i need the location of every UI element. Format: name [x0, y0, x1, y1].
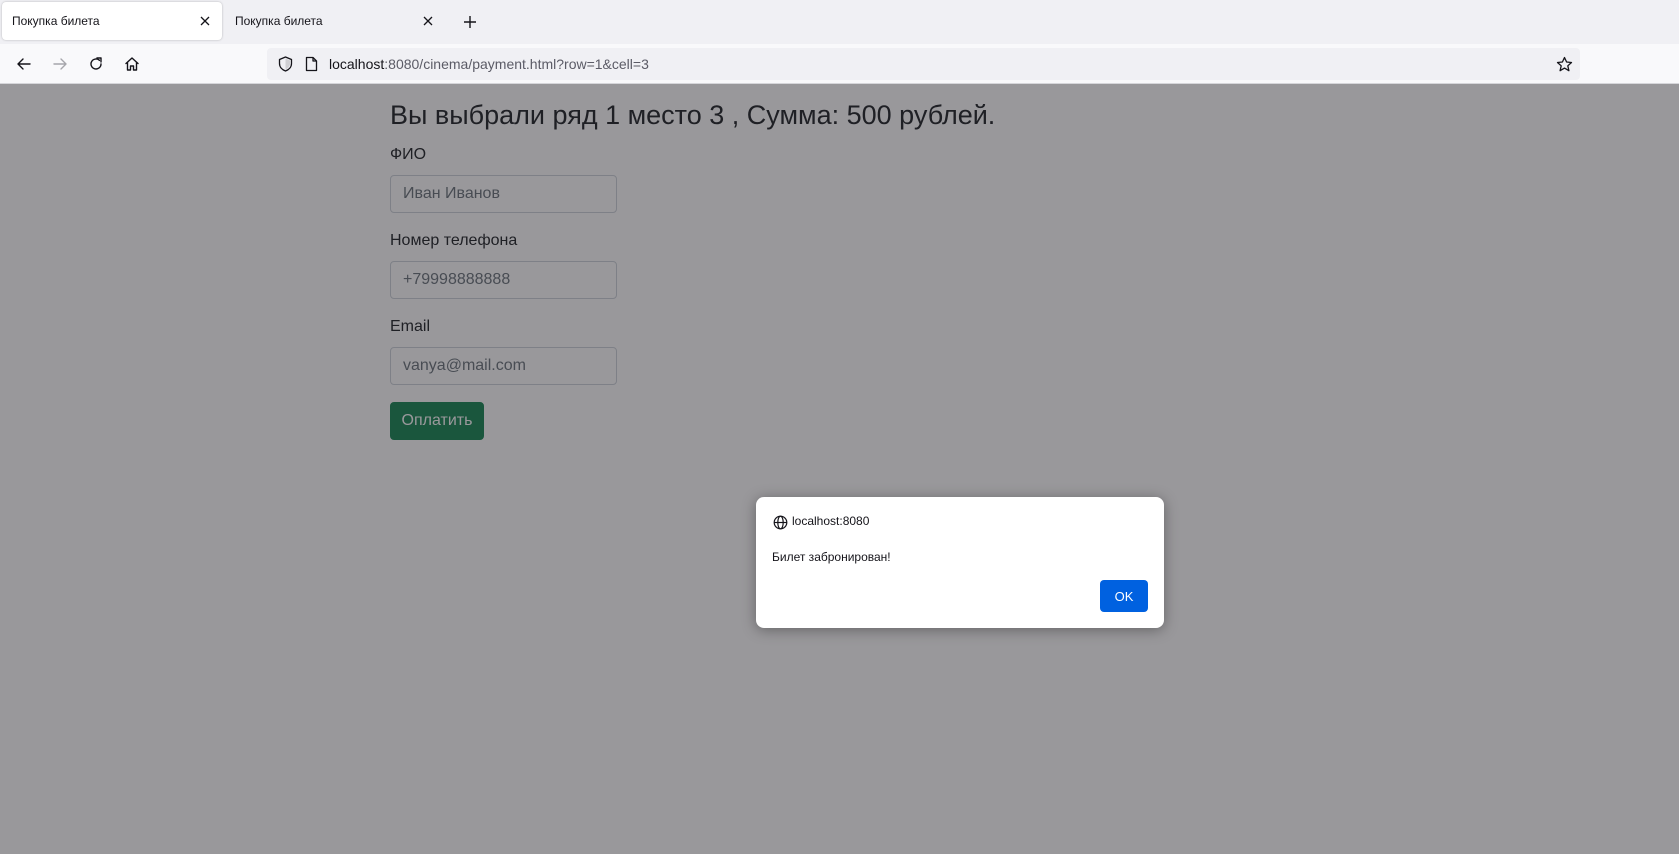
browser-window: Покупка билета Покупка билета localhost:…: [0, 0, 1679, 854]
globe-icon: [772, 514, 788, 530]
url-bar[interactable]: localhost:8080/cinema/payment.html?row=1…: [267, 48, 1580, 80]
reload-icon[interactable]: [85, 53, 107, 75]
url-text[interactable]: localhost:8080/cinema/payment.html?row=1…: [329, 56, 649, 72]
arrow-left-icon[interactable]: [13, 53, 35, 75]
tab-inactive[interactable]: Покупка билета: [225, 2, 445, 40]
url-path: :8080/cinema/payment.html?row=1&cell=3: [384, 56, 649, 72]
shield-icon[interactable]: [276, 55, 294, 73]
arrow-right-icon[interactable]: [49, 53, 71, 75]
nav-bar: localhost:8080/cinema/payment.html?row=1…: [0, 44, 1679, 84]
tab-title: Покупка билета: [235, 14, 323, 28]
close-icon[interactable]: [198, 14, 212, 28]
close-icon[interactable]: [421, 14, 435, 28]
url-host: localhost: [329, 56, 385, 72]
home-icon[interactable]: [121, 53, 143, 75]
ok-button[interactable]: OK: [1100, 580, 1148, 612]
modal-overlay: [0, 84, 1679, 854]
tab-active[interactable]: Покупка билета: [2, 2, 222, 40]
tab-strip: Покупка билета Покупка билета: [0, 0, 1679, 44]
star-icon[interactable]: [1554, 54, 1574, 74]
page-icon[interactable]: [302, 55, 320, 73]
alert-dialog: localhost:8080 Билет забронирован! OK: [756, 497, 1164, 628]
tab-title: Покупка билета: [12, 14, 100, 28]
dialog-message: Билет забронирован!: [772, 550, 891, 564]
plus-icon[interactable]: [459, 11, 481, 33]
dialog-origin: localhost:8080: [792, 514, 870, 528]
